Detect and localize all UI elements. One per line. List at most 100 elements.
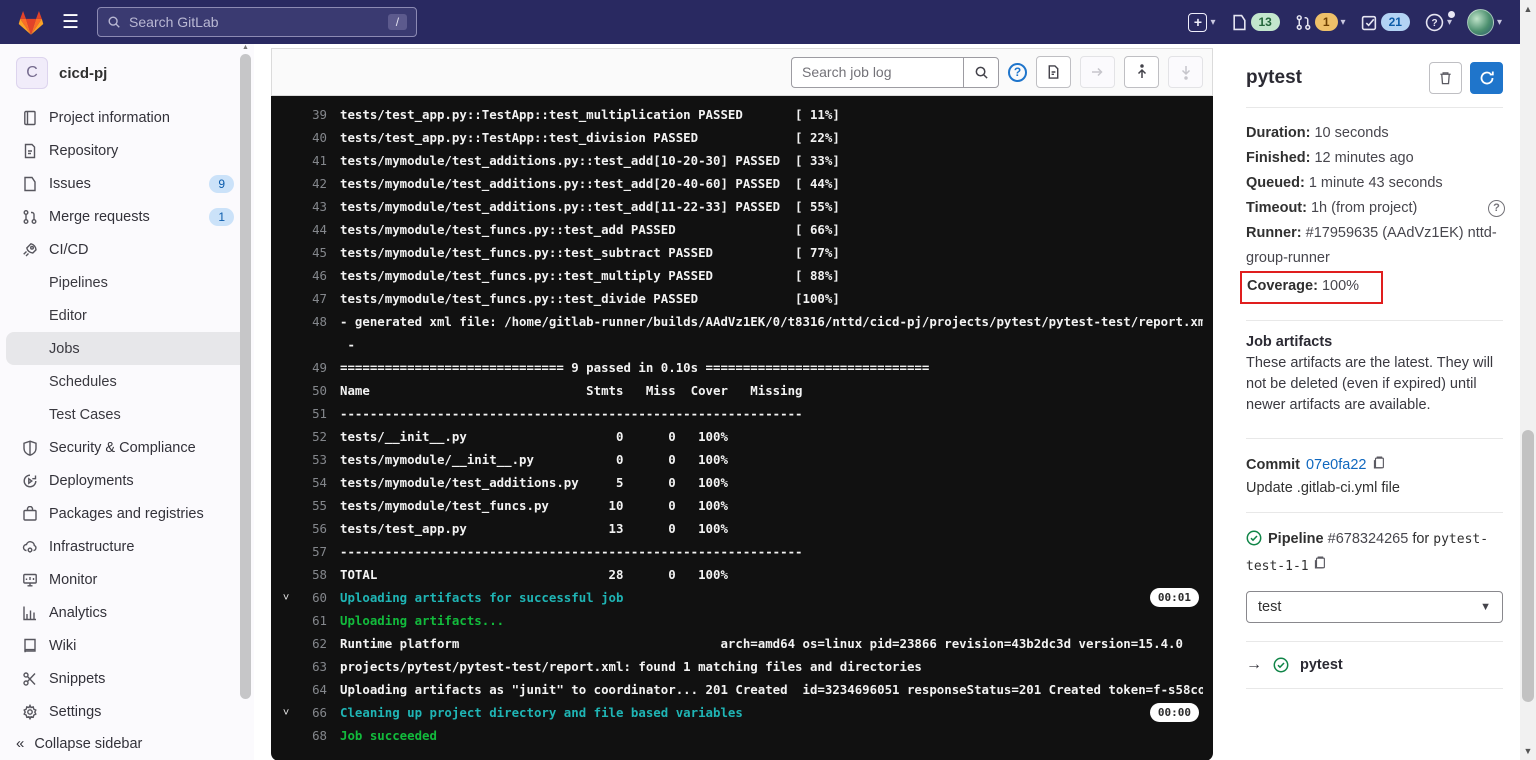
sidebar-item-snippets[interactable]: Snippets — [6, 662, 248, 695]
sidebar-item-settings[interactable]: Settings — [6, 695, 248, 728]
copy-pipeline-ref-button[interactable] — [1313, 558, 1327, 574]
svg-text:?: ? — [1431, 18, 1437, 29]
show-raw-log-button[interactable] — [1036, 56, 1071, 88]
sidebar-item-wiki[interactable]: Wiki — [6, 629, 248, 662]
sidebar-item-ci-cd[interactable]: CI/CD — [6, 233, 248, 266]
user-menu-button[interactable]: ▾ — [1467, 9, 1502, 36]
sidebar-item-schedules[interactable]: Schedules — [6, 365, 248, 398]
sidebar-item-label: Analytics — [49, 605, 107, 621]
commit-message: Update .gitlab-ci.yml file — [1246, 480, 1503, 496]
log-line-number[interactable]: 39 — [295, 103, 327, 126]
sidebar-item-merge-requests[interactable]: Merge requests1 — [6, 200, 248, 233]
log-gutter — [277, 425, 295, 448]
copy-commit-sha-button[interactable] — [1372, 455, 1386, 474]
log-line-number[interactable]: 56 — [295, 517, 327, 540]
sidebar-item-monitor[interactable]: Monitor — [6, 563, 248, 596]
log-line-number[interactable]: 66 — [295, 701, 327, 724]
log-line-number[interactable]: 46 — [295, 264, 327, 287]
sidebar-scrollbar[interactable]: ▲ — [239, 44, 252, 760]
job-log-output: 39tests/test_app.py::TestApp::test_multi… — [271, 96, 1213, 760]
project-context-header[interactable]: C cicd-pj — [0, 44, 254, 101]
log-line-number[interactable]: 55 — [295, 494, 327, 517]
commit-sha-link[interactable]: 07e0fa22 — [1306, 457, 1366, 473]
log-line-number[interactable]: 50 — [295, 379, 327, 402]
issues-nav-button[interactable]: 13 — [1231, 13, 1280, 31]
log-line-number[interactable]: 47 — [295, 287, 327, 310]
job-log-panel: ? 39tests/test_app.py::TestApp::test_mul… — [271, 48, 1213, 760]
log-line-text: tests/__init__.py 0 0 100% — [340, 425, 728, 448]
log-line-number[interactable]: 49 — [295, 356, 327, 379]
new-menu-button[interactable]: +▾ — [1188, 13, 1215, 32]
scroll-to-top-button[interactable] — [1124, 56, 1159, 88]
merge-requests-nav-button[interactable]: 1 ▾ — [1295, 13, 1346, 31]
help-menu-button[interactable]: ? ▾ — [1425, 13, 1452, 32]
log-line-number[interactable]: 51 — [295, 402, 327, 425]
sidebar-item-repository[interactable]: Repository — [6, 134, 248, 167]
job-log-search-input[interactable] — [791, 57, 963, 88]
job-details-panel: pytest Duration: 10 secondsFinished: 12 … — [1229, 48, 1520, 760]
log-line-number[interactable]: 45 — [295, 241, 327, 264]
sidebar-item-label: Wiki — [49, 638, 76, 654]
log-line-text: tests/mymodule/test_additions.py::test_a… — [340, 195, 840, 218]
detail-label: Duration: — [1246, 125, 1310, 141]
log-line-number[interactable]: 52 — [295, 425, 327, 448]
stage-job-row[interactable]: → pytest — [1246, 656, 1503, 674]
page-scrollbar[interactable]: ▲ ▼ — [1520, 0, 1536, 760]
scroll-up-arrow-icon[interactable]: ▲ — [1520, 4, 1536, 14]
retry-job-button[interactable] — [1470, 62, 1503, 94]
log-line-number[interactable]: 60 — [295, 586, 327, 609]
log-line-number[interactable]: 57 — [295, 540, 327, 563]
log-line: 44tests/mymodule/test_funcs.py::test_add… — [271, 218, 1213, 241]
gitlab-logo[interactable] — [18, 10, 44, 35]
sidebar-item-label: Issues — [49, 176, 91, 192]
log-line-number[interactable]: 41 — [295, 149, 327, 172]
sidebar-item-deployments[interactable]: Deployments — [6, 464, 248, 497]
collapse-sidebar-button[interactable]: « Collapse sidebar — [16, 735, 142, 752]
log-line-number[interactable]: 62 — [295, 632, 327, 655]
todos-nav-button[interactable]: 21 — [1361, 13, 1410, 31]
sidebar-item-analytics[interactable]: Analytics — [6, 596, 248, 629]
sidebar-item-project-information[interactable]: Project information — [6, 101, 248, 134]
log-line-number[interactable]: 61 — [295, 609, 327, 632]
log-gutter — [277, 149, 295, 172]
log-line-number[interactable]: 44 — [295, 218, 327, 241]
repository-icon — [22, 143, 38, 159]
sidebar-scrollbar-thumb[interactable] — [240, 54, 251, 699]
log-line-text: tests/test_app.py::TestApp::test_divisio… — [340, 126, 840, 149]
sidebar-item-issues[interactable]: Issues9 — [6, 167, 248, 200]
section-collapse-chevron-icon[interactable]: ˅ — [277, 701, 295, 724]
log-help-icon[interactable]: ? — [1008, 63, 1027, 82]
log-line-number[interactable]: 54 — [295, 471, 327, 494]
log-line: 47tests/mymodule/test_funcs.py::test_div… — [271, 287, 1213, 310]
sidebar-item-editor[interactable]: Editor — [6, 299, 248, 332]
job-log-search-button[interactable] — [963, 57, 999, 88]
erase-job-log-button[interactable] — [1429, 62, 1462, 94]
stage-dropdown[interactable]: test ▼ — [1246, 591, 1503, 623]
log-line-text: tests/mymodule/test_additions.py 5 0 100… — [340, 471, 728, 494]
sidebar-item-security-compliance[interactable]: Security & Compliance — [6, 431, 248, 464]
hamburger-menu-icon[interactable]: ☰ — [62, 11, 79, 34]
log-line-number[interactable]: 40 — [295, 126, 327, 149]
sidebar-item-packages-and-registries[interactable]: Packages and registries — [6, 497, 248, 530]
scroll-down-arrow-icon[interactable]: ▼ — [1520, 746, 1536, 756]
page-scrollbar-thumb[interactable] — [1522, 430, 1534, 702]
log-line-number[interactable]: 53 — [295, 448, 327, 471]
pipeline-id-link[interactable]: #678324265 — [1328, 531, 1409, 547]
sidebar-item-jobs[interactable]: Jobs — [6, 332, 248, 365]
sidebar-item-pipelines[interactable]: Pipelines — [6, 266, 248, 299]
log-line-number[interactable]: 48 — [295, 310, 327, 356]
log-line-number[interactable]: 43 — [295, 195, 327, 218]
log-line-number[interactable]: 58 — [295, 563, 327, 586]
timeout-help-icon[interactable]: ? — [1488, 200, 1505, 217]
log-line-number[interactable]: 64 — [295, 678, 327, 701]
pipeline-status-passed-icon[interactable] — [1246, 530, 1262, 554]
log-line-number[interactable]: 63 — [295, 655, 327, 678]
section-collapse-chevron-icon[interactable]: ˅ — [277, 586, 295, 609]
log-line-number[interactable]: 68 — [295, 724, 327, 747]
global-search-input[interactable]: Search GitLab / — [97, 7, 417, 37]
todo-check-icon — [1361, 14, 1378, 31]
deployments-icon — [22, 473, 38, 489]
sidebar-item-infrastructure[interactable]: Infrastructure — [6, 530, 248, 563]
sidebar-item-test-cases[interactable]: Test Cases — [6, 398, 248, 431]
log-line-number[interactable]: 42 — [295, 172, 327, 195]
